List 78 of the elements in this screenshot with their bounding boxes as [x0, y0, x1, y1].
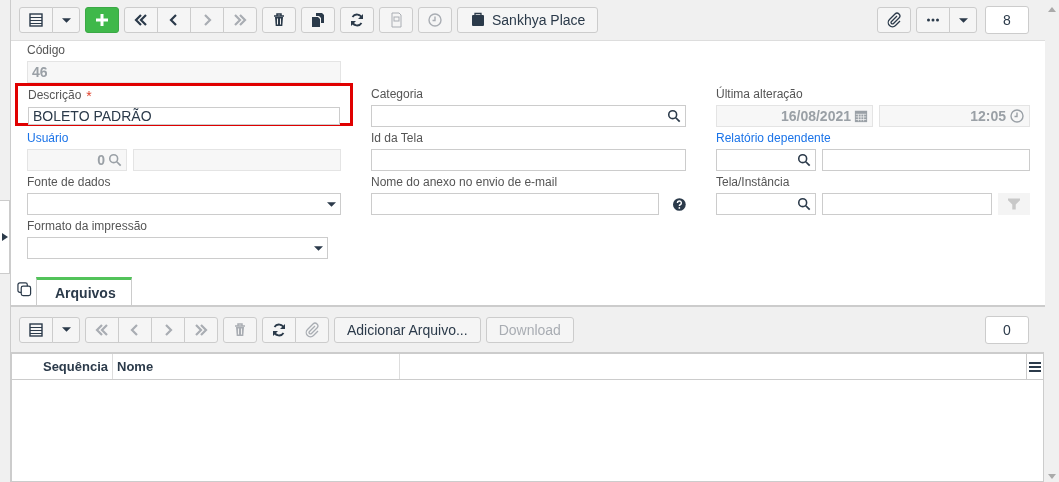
search-icon[interactable]: [797, 197, 811, 211]
description-field[interactable]: [822, 149, 1030, 171]
record-count: 0: [985, 315, 1029, 344]
dropdown-field[interactable]: [27, 193, 341, 215]
trash-icon: [232, 321, 248, 338]
grid-button[interactable]: [19, 316, 53, 343]
code-field[interactable]: [716, 149, 816, 171]
search-field[interactable]: [371, 105, 686, 127]
scroll-up-icon[interactable]: [1048, 7, 1056, 12]
description-field[interactable]: [822, 193, 992, 215]
left-button[interactable]: [157, 7, 191, 33]
column-header[interactable]: Sequência: [12, 354, 113, 379]
field-label: Código: [27, 43, 66, 58]
input-field[interactable]: BOLETO PADRÃO: [28, 107, 340, 125]
plus-icon: [94, 12, 110, 28]
clock-icon: [1009, 108, 1025, 124]
double-left-icon: [133, 12, 149, 28]
filter-icon: [1008, 198, 1020, 210]
text-button[interactable]: Adicionar Arquivo...: [334, 316, 481, 343]
input-field[interactable]: [371, 149, 686, 171]
required-mark: *: [86, 88, 92, 104]
field-label: Tela/Instância: [716, 175, 790, 190]
description-field[interactable]: [133, 149, 341, 171]
double-left-icon: [94, 321, 110, 338]
copy-icon[interactable]: [17, 282, 32, 297]
field-label: Última alteração: [716, 87, 803, 102]
double-right-icon: [232, 12, 248, 28]
caret-icon: [61, 327, 71, 332]
dropdown-field[interactable]: [27, 237, 328, 259]
briefcase-icon: [470, 12, 486, 28]
trash-button[interactable]: [262, 7, 296, 33]
copy-button[interactable]: [301, 7, 335, 33]
refresh-icon: [349, 12, 365, 28]
caret-icon: [314, 245, 323, 251]
caret-icon: [327, 201, 336, 207]
input-field[interactable]: [371, 193, 660, 215]
paperclip-icon: [304, 321, 320, 338]
caret-icon: [61, 17, 71, 23]
field-label: Id da Tela: [371, 131, 423, 146]
grid-icon: [28, 12, 44, 28]
record-count: 8: [985, 6, 1029, 34]
grid-icon: [28, 321, 44, 338]
expand-panel-button[interactable]: [0, 200, 10, 274]
caret-button[interactable]: [949, 7, 977, 33]
trash-icon: [271, 12, 287, 28]
expand-icon: [1, 233, 8, 241]
column-header[interactable]: Nome: [113, 354, 400, 379]
caret-icon: [958, 17, 968, 23]
refresh-button[interactable]: [262, 316, 296, 343]
caret-button[interactable]: [52, 7, 80, 33]
paperclip-icon: [886, 12, 902, 28]
help-icon[interactable]: [673, 197, 686, 211]
field-label: Categoria: [371, 87, 424, 102]
copy-icon: [310, 12, 326, 28]
store-button[interactable]: Sankhya Place: [457, 7, 599, 33]
search-icon[interactable]: [667, 109, 681, 123]
filter-button[interactable]: [998, 193, 1030, 215]
refresh-icon: [271, 321, 287, 338]
scroll-down-icon[interactable]: [1048, 474, 1056, 479]
code-field[interactable]: [716, 193, 816, 215]
search-icon[interactable]: [797, 153, 811, 167]
document-icon: [388, 12, 404, 28]
caret-button[interactable]: [52, 316, 80, 343]
field-label: Formato da impressão: [27, 219, 148, 234]
grid-button[interactable]: [19, 7, 53, 33]
refresh-button[interactable]: [340, 7, 374, 33]
menu-icon[interactable]: [1029, 361, 1041, 372]
field-label: Fonte de dados: [27, 175, 111, 190]
plus-button[interactable]: [85, 7, 119, 33]
double-left-button[interactable]: [124, 7, 158, 33]
tab[interactable]: Arquivos: [36, 277, 132, 305]
paperclip-button[interactable]: [877, 7, 911, 33]
field-label: Nome do anexo no envio de e-mail: [371, 175, 558, 190]
double-right-icon: [193, 321, 209, 338]
ellipsis-button[interactable]: [916, 7, 950, 33]
field-link[interactable]: Relatório dependente: [716, 131, 831, 146]
field-label: Descrição: [28, 88, 82, 103]
clock-icon: [427, 12, 443, 28]
